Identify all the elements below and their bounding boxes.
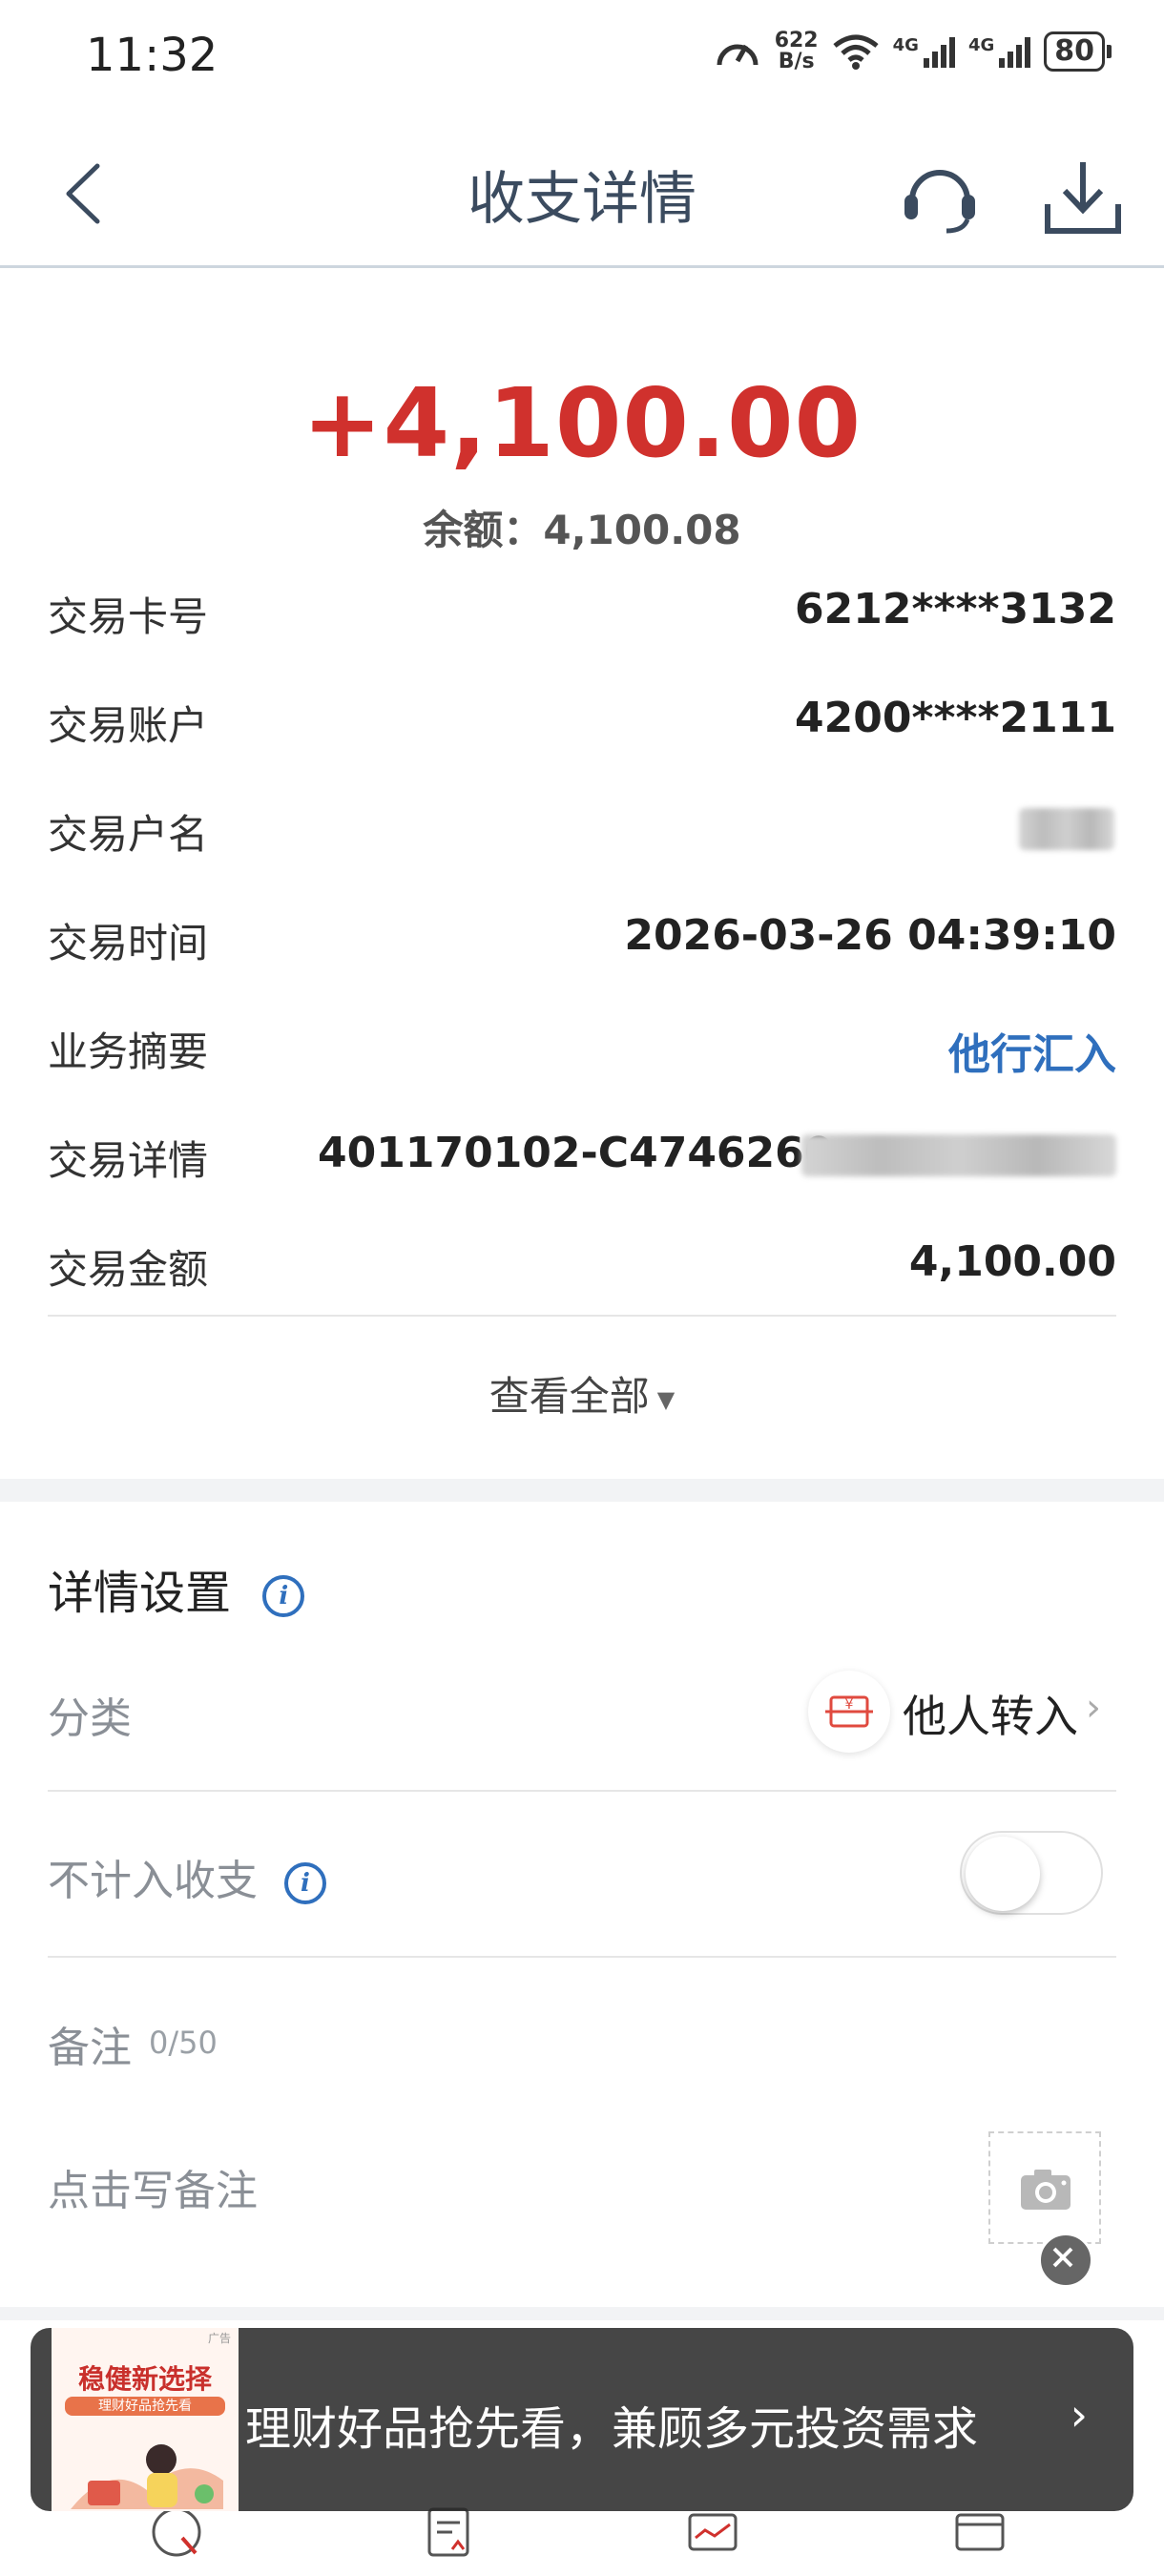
status-bar: 11:32 622 B/s 4G 4G 80 (0, 0, 1164, 114)
detail-row-time: 交易时间 2026-03-26 04:39:10 (48, 892, 1116, 978)
net-speed: 622 B/s (774, 29, 819, 73)
svg-text:¥: ¥ (845, 1697, 854, 1713)
status-time: 11:32 (86, 29, 218, 82)
battery-icon: 80 (1044, 31, 1112, 72)
chevron-right-icon[interactable]: › (1070, 2389, 1088, 2441)
category-label: 分类 (48, 1694, 132, 1743)
camera-icon (1021, 2170, 1070, 2210)
remark-placeholder: 点击写备注 (48, 2167, 258, 2215)
calendar-chart-icon[interactable] (684, 2503, 741, 2561)
speed-gauge-icon (717, 44, 759, 66)
section-title: 详情设置 i (48, 1555, 305, 1622)
ad-banner[interactable]: 广告 稳健新选择 理财好品抢先看 理财好品抢先看，兼顾多元投资需求 › (31, 2328, 1133, 2511)
remark-input[interactable]: 点击写备注 (48, 2156, 1116, 2223)
redacted-detail (801, 1134, 1116, 1176)
detail-value: 401170102-C4746260 (318, 1129, 834, 1177)
ad-image: 广告 稳健新选择 理财好品抢先看 (52, 2328, 239, 2511)
income-expense-icon[interactable] (148, 2503, 205, 2561)
divider (48, 1956, 1116, 1958)
exclude-toggle[interactable] (960, 1831, 1103, 1915)
document-upload-icon[interactable] (420, 2503, 477, 2561)
signal-2-icon: 4G (968, 35, 1031, 68)
detail-label: 交易卡号 (48, 593, 209, 640)
exclude-label: 不计入收支 i (48, 1846, 326, 1907)
redacted-name (1019, 808, 1114, 850)
info-icon[interactable]: i (262, 1575, 305, 1617)
detail-label: 交易金额 (48, 1246, 209, 1293)
status-icons: 622 B/s 4G 4G 80 (714, 31, 1112, 73)
wifi-icon (833, 34, 879, 70)
section-gap (0, 1479, 1164, 1502)
detail-value: 6212****3132 (795, 585, 1116, 634)
detail-row-account: 交易账户 4200****2111 (48, 675, 1116, 760)
download-icon[interactable] (1040, 155, 1126, 240)
detail-label: 交易详情 (48, 1137, 209, 1184)
caret-down-icon: ▼ (656, 1385, 676, 1413)
detail-row-transaction-detail: 交易详情 401170102-C4746260 (48, 1110, 1116, 1195)
remark-count: 0/50 (149, 2025, 218, 2061)
detail-label: 交易时间 (48, 920, 209, 966)
detail-row-amount: 交易金额 4,100.00 (48, 1218, 1116, 1304)
ad-tag: 广告 (207, 2332, 231, 2345)
card-icon[interactable] (951, 2503, 1008, 2561)
detail-value: 4200****2111 (795, 694, 1116, 742)
account-balance: 余额：4,100.08 (423, 507, 741, 553)
ad-image-title: 稳健新选择 (77, 2363, 212, 2395)
category-value: 他人转入 (903, 1691, 1078, 1742)
customer-service-icon[interactable] (897, 153, 983, 239)
exclude-row: 不计入收支 i (48, 1827, 1116, 1922)
divider (48, 1315, 1116, 1317)
ad-illustration (71, 2444, 223, 2509)
ad-text: 理财好品抢先看，兼顾多元投资需求 (245, 2402, 979, 2456)
transaction-amount: +4,100.00 (301, 367, 863, 479)
add-photo-button[interactable] (988, 2131, 1101, 2244)
ad-image-subtitle: 理财好品抢先看 (65, 2397, 225, 2416)
remark-label: 备注 (48, 2024, 132, 2072)
top-bar: 收支详情 (0, 114, 1164, 268)
detail-label: 交易账户 (48, 702, 209, 749)
signal-1-icon: 4G (893, 35, 955, 68)
view-all-button[interactable]: 查看全部 ▼ (0, 1364, 1164, 1423)
detail-label: 交易户名 (48, 811, 209, 858)
detail-label: 业务摘要 (48, 1028, 209, 1075)
chevron-right-icon: › (1086, 1686, 1101, 1730)
detail-row-account-name: 交易户名 (48, 783, 1116, 869)
info-icon[interactable]: i (284, 1862, 326, 1904)
detail-value: 4,100.00 (908, 1237, 1116, 1286)
section-gap (0, 2307, 1164, 2320)
close-icon[interactable] (1038, 2233, 1093, 2288)
category-row[interactable]: 分类 ¥ 他人转入 › (48, 1665, 1116, 1760)
transfer-category-icon: ¥ (808, 1671, 890, 1753)
remark-header: 备注 0/50 (48, 2013, 1116, 2080)
divider (48, 1790, 1116, 1792)
page-title: 收支详情 (468, 166, 696, 233)
toggle-knob (966, 1837, 1040, 1911)
detail-value: 他行汇入 (948, 1030, 1116, 1079)
detail-row-card-number: 交易卡号 6212****3132 (48, 566, 1116, 652)
detail-value: 2026-03-26 04:39:10 (624, 911, 1116, 960)
detail-row-summary: 业务摘要 他行汇入 (48, 1001, 1116, 1087)
